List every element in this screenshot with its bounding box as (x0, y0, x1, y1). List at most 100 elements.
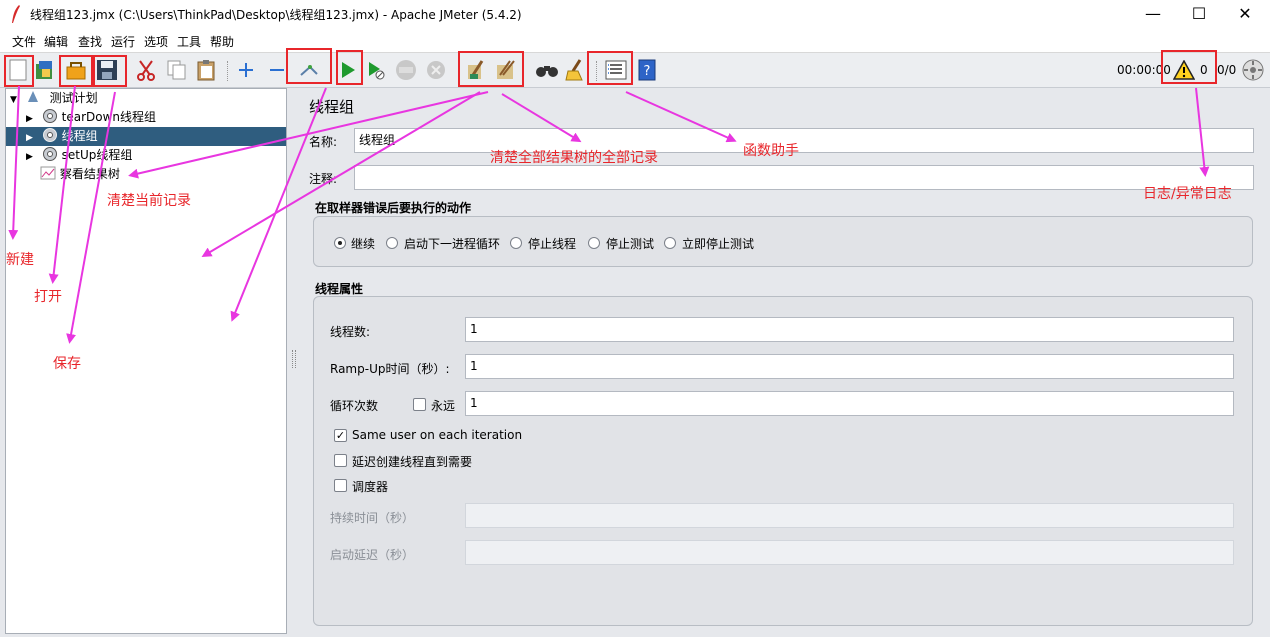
menu-file[interactable]: 文件 (12, 33, 36, 50)
stop-icon[interactable] (394, 57, 418, 83)
radio-stop-test-now-label: 立即停止测试 (682, 237, 755, 251)
tree-item-view-results-tree[interactable]: 察看结果树 (40, 165, 120, 184)
tree-item-thread-group[interactable]: ▶ 线程组 (6, 127, 286, 146)
radio-stop-thread[interactable] (510, 237, 522, 249)
name-input[interactable]: 线程组 (354, 128, 1254, 153)
radio-start-next-loop-label: 启动下一进程循环 (404, 237, 501, 251)
highlight-open (59, 55, 93, 87)
annotation-function-helper: 函数助手 (743, 143, 799, 159)
annotation-clear-all: 清楚全部结果树的全部记录 (490, 150, 658, 166)
sampler-error-group-title: 在取样器错误后要执行的动作 (315, 201, 472, 215)
annotation-save: 保存 (53, 356, 81, 372)
search-icon[interactable] (535, 57, 559, 83)
window-title: 线程组123.jmx (C:\Users\ThinkPad\Desktop\线程… (30, 8, 522, 22)
name-label: 名称: (309, 135, 338, 149)
radio-continue[interactable] (334, 237, 346, 249)
paste-icon[interactable] (194, 57, 218, 83)
menu-bar: 文件 编辑 查找 运行 选项 工具 帮助 (0, 30, 1270, 53)
remote-icon[interactable] (1241, 57, 1265, 83)
tree-item-label: 测试计划 (49, 91, 98, 105)
shutdown-icon[interactable] (424, 57, 448, 83)
svg-text:?: ? (644, 64, 651, 79)
start-no-pause-icon[interactable] (364, 57, 388, 83)
help-icon[interactable]: ? (635, 57, 659, 83)
forever-label: 永远 (431, 399, 456, 413)
tree-expand-toggle[interactable]: ▶ (26, 148, 38, 167)
radio-stop-test-label: 停止测试 (606, 237, 655, 251)
duration-label: 持续时间（秒） (330, 511, 415, 525)
scheduler-checkbox[interactable] (334, 479, 347, 492)
thread-count: 0/0 (1217, 63, 1237, 77)
rampup-input[interactable]: 1 (465, 354, 1234, 379)
jmeter-feather-icon (12, 5, 20, 23)
test-plan-tree: ▼ 测试计划 ▶ tearDown线程组 ▶ 线程组 ▶ setUp线程组 察看… (5, 88, 287, 634)
menu-search[interactable]: 查找 (78, 33, 102, 50)
menu-options[interactable]: 选项 (144, 33, 168, 50)
highlight-start (336, 50, 363, 85)
annotation-open: 打开 (34, 289, 62, 305)
annotation-log: 日志/异常日志 (1143, 186, 1232, 202)
expand-icon[interactable] (234, 57, 258, 83)
sampler-error-action-group: 继续 启动下一进程循环 停止线程 停止测试 立即停止测试 (313, 216, 1253, 267)
loop-label: 循环次数 (330, 399, 379, 413)
same-user-checkbox[interactable]: ✓ (334, 429, 347, 442)
threads-input[interactable]: 1 (465, 317, 1234, 342)
highlight-log (1161, 50, 1217, 84)
toolbar: ? 00:00:00 0 0/0 (0, 48, 1270, 88)
radio-stop-test-now[interactable] (664, 237, 676, 249)
startup-delay-label: 启动延迟（秒） (330, 548, 415, 562)
maximize-button[interactable]: ☐ (1176, 0, 1222, 30)
scheduler-label: 调度器 (352, 480, 389, 494)
highlight-new (4, 55, 34, 87)
thread-props-group-title: 线程属性 (315, 282, 364, 296)
copy-icon[interactable] (165, 57, 189, 83)
radio-stop-thread-label: 停止线程 (528, 237, 577, 251)
startup-delay-input (465, 540, 1234, 565)
same-user-label: Same user on each iteration (352, 428, 523, 442)
thread-group-panel: 线程组 名称: 线程组 注释: 在取样器错误后要执行的动作 继续 启动下一进程循… (298, 88, 1270, 637)
gear-icon (42, 128, 57, 142)
comment-input[interactable] (354, 165, 1254, 190)
graph-icon (40, 166, 56, 180)
toolbar-separator (227, 61, 229, 81)
title-bar: 线程组123.jmx (C:\Users\ThinkPad\Desktop\线程… (0, 0, 1270, 30)
annotation-clear-current: 清楚当前记录 (107, 193, 191, 209)
delay-thread-checkbox[interactable] (334, 454, 347, 467)
radio-start-next-loop[interactable] (386, 237, 398, 249)
loop-input[interactable]: 1 (465, 391, 1234, 416)
gear-icon (42, 147, 57, 161)
radio-stop-test[interactable] (588, 237, 600, 249)
tree-item-teardown-group[interactable]: ▶ tearDown线程组 (26, 108, 156, 127)
highlight-toggle (286, 48, 332, 84)
highlight-clear (458, 51, 524, 87)
tree-item-test-plan[interactable]: ▼ 测试计划 (10, 89, 98, 108)
menu-tools[interactable]: 工具 (177, 33, 201, 50)
radio-continue-label: 继续 (351, 237, 376, 251)
annotation-new: 新建 (6, 252, 34, 268)
forever-checkbox[interactable] (413, 398, 426, 411)
close-button[interactable]: ✕ (1222, 0, 1268, 30)
gear-icon (42, 109, 57, 123)
tree-collapse-toggle[interactable]: ▼ (10, 91, 22, 110)
cut-icon[interactable] (134, 57, 158, 83)
tree-item-label: tearDown线程组 (61, 110, 157, 124)
tree-item-label: setUp线程组 (61, 148, 133, 162)
comment-label: 注释: (309, 172, 338, 186)
duration-input (465, 503, 1234, 528)
delay-thread-label: 延迟创建线程直到需要 (352, 455, 473, 469)
tree-item-label: 线程组 (61, 129, 98, 143)
tree-item-setup-group[interactable]: ▶ setUp线程组 (26, 146, 132, 165)
templates-icon[interactable] (33, 57, 57, 83)
highlight-save (93, 55, 127, 87)
panel-title: 线程组 (309, 98, 355, 116)
split-pane-divider[interactable] (289, 88, 297, 636)
threads-label: 线程数: (330, 325, 371, 339)
test-plan-icon (27, 91, 38, 102)
highlight-function-helper (587, 51, 633, 85)
menu-help[interactable]: 帮助 (210, 33, 234, 50)
tree-item-label: 察看结果树 (59, 167, 120, 181)
menu-edit[interactable]: 编辑 (44, 33, 68, 50)
menu-run[interactable]: 运行 (111, 33, 135, 50)
reset-search-icon[interactable] (563, 57, 587, 83)
minimize-button[interactable]: — (1130, 0, 1176, 30)
